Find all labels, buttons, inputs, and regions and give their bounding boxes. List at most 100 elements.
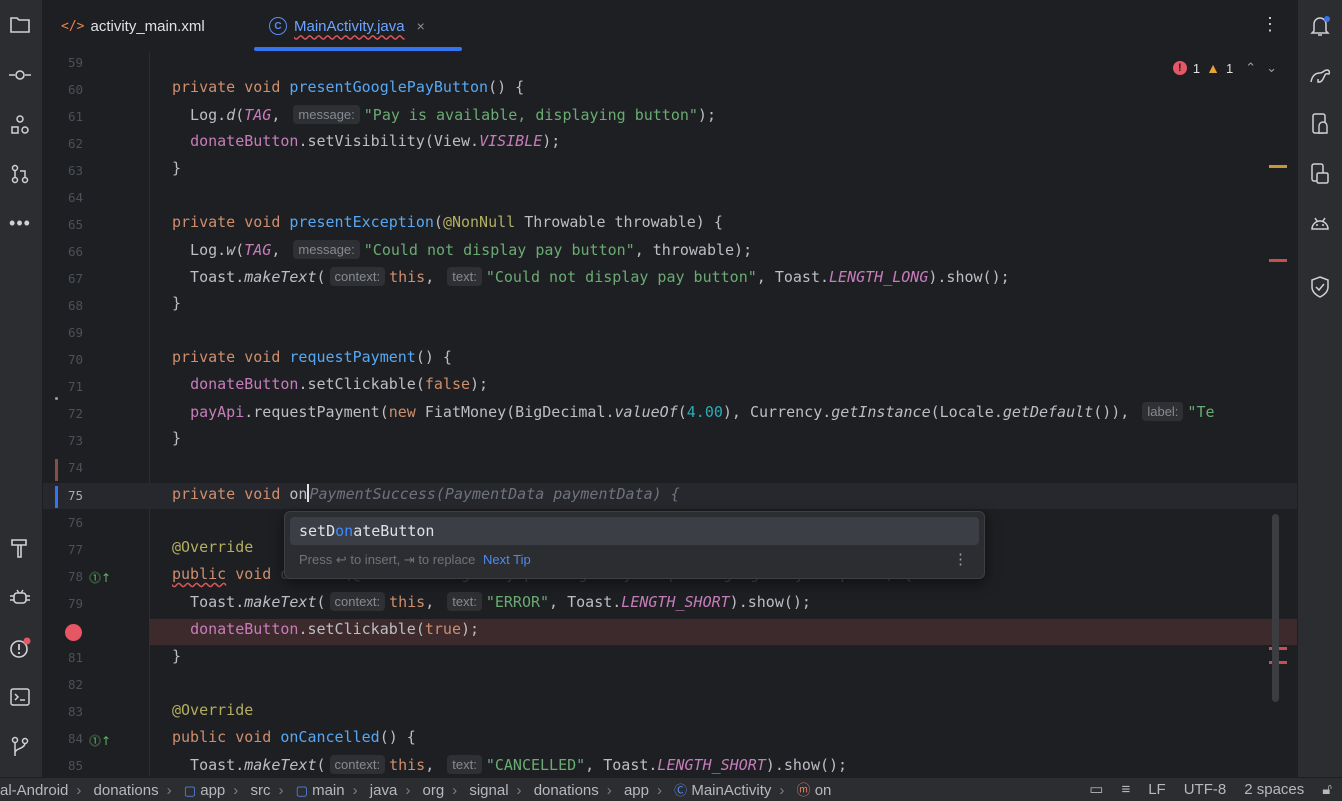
line-number: 78 <box>67 569 83 584</box>
breadcrumb-item[interactable]: al-Android <box>0 782 68 799</box>
indent-widget[interactable]: 2 spaces <box>1244 781 1304 798</box>
security-shield-icon[interactable] <box>1308 275 1332 299</box>
implements-method-icon[interactable]: ⓵↑ <box>89 732 111 749</box>
project-folder-icon[interactable] <box>8 13 32 37</box>
parameter-hint: context: <box>329 592 386 611</box>
completion-options-icon[interactable]: ⋮ <box>953 550 968 568</box>
active-tab-indicator <box>254 47 462 51</box>
tab-main-activity-java[interactable]: C MainActivity.java × <box>269 0 425 52</box>
gradle-icon[interactable] <box>1308 63 1332 87</box>
breakpoint-icon[interactable] <box>65 624 82 641</box>
version-control-icon[interactable] <box>8 735 32 759</box>
parameter-hint: message: <box>293 105 360 124</box>
line-separator-widget[interactable]: LF <box>1148 781 1166 798</box>
breadcrumb-item[interactable]: MainActivity <box>691 782 771 799</box>
line-number: 71 <box>67 379 83 394</box>
line-number: 64 <box>67 190 83 205</box>
tab-activity-main-xml[interactable]: </> activity_main.xml <box>61 0 205 52</box>
notifications-icon[interactable] <box>1308 14 1332 38</box>
completion-footer: Press ↩ to insert, ⇥ to replace Next Tip <box>299 552 531 568</box>
source-root-icon: ▢ <box>295 783 308 798</box>
parameter-hint: label: <box>1142 402 1184 421</box>
line-number: 60 <box>67 82 83 97</box>
tab-options-icon[interactable]: ⋮ <box>1261 14 1279 35</box>
line-number: 62 <box>67 136 83 151</box>
inline-completion-ghost: PaymentSuccess(PaymentData paymentData) … <box>309 485 680 503</box>
structure-icon[interactable] <box>8 112 32 136</box>
code-line: } <box>172 647 182 665</box>
line-number: 85 <box>67 758 83 773</box>
code-editor[interactable]: ! 1 ▲ 1 ⌃ ⌄ 59 60 61 62 63 64 65 66 67 6… <box>43 52 1297 778</box>
format-icon[interactable]: ≡ <box>1121 781 1130 798</box>
code-line: Toast.makeText(context: this, text: "CANCE… <box>172 755 848 774</box>
breadcrumb-item[interactable]: java <box>370 782 398 799</box>
code-line: donateButton.setClickable(true); <box>190 620 480 638</box>
vcs-change-marker[interactable] <box>55 459 58 481</box>
breadcrumb-item[interactable]: app <box>200 782 225 799</box>
completion-item-setdonatebutton[interactable]: setDonateButton <box>290 517 979 545</box>
module-icon: ▢ <box>183 783 197 798</box>
code-line: payApi.requestPayment(new FiatMoney(BigD… <box>190 402 1215 421</box>
android-robot-icon[interactable] <box>1308 211 1332 235</box>
breadcrumb-item[interactable]: signal <box>469 782 508 799</box>
line-number: 76 <box>67 515 83 530</box>
pull-requests-icon[interactable] <box>8 162 32 186</box>
breadcrumb-item[interactable]: on <box>815 782 832 799</box>
previous-highlight-icon[interactable]: ⌃ <box>1245 60 1256 76</box>
indent-guide <box>149 52 150 778</box>
encoding-widget[interactable]: UTF-8 <box>1184 781 1227 798</box>
line-number: 70 <box>67 352 83 367</box>
build-hammer-icon[interactable] <box>8 536 32 560</box>
line-number: 74 <box>67 460 83 475</box>
code-line: } <box>172 429 182 447</box>
comment-icon[interactable]: ▭ <box>1089 780 1103 798</box>
code-line: @Override <box>172 538 254 556</box>
code-line: donateButton.setVisibility(View.VISIBLE)… <box>190 132 561 150</box>
more-tools-icon[interactable]: ••• <box>8 211 32 235</box>
breadcrumb-item[interactable]: app <box>624 782 649 799</box>
close-tab-icon[interactable]: × <box>417 18 425 34</box>
code-line-current: private void on PaymentSuccess(PaymentDat… <box>172 484 680 503</box>
code-line: private void presentGooglePayButton() { <box>172 78 525 96</box>
java-class-icon: Ⓒ <box>674 783 688 798</box>
vcs-change-marker[interactable] <box>55 486 58 508</box>
breadcrumb-item[interactable]: org <box>422 782 444 799</box>
status-widgets: ▭ ≡ LF UTF-8 2 spaces 🔓︎ <box>1089 780 1332 799</box>
code-line: Log.w(TAG, message: "Could not display pa… <box>172 240 753 259</box>
xml-file-icon: </> <box>61 18 85 34</box>
commit-icon[interactable] <box>8 63 32 87</box>
terminal-icon[interactable] <box>8 685 32 709</box>
editor-scrollbar-thumb[interactable] <box>1272 514 1279 702</box>
read-only-lock-icon[interactable]: 🔓︎ <box>1322 781 1332 798</box>
breadcrumb-item[interactable]: donations <box>94 782 159 799</box>
breadcrumb-item[interactable]: main <box>312 782 345 799</box>
line-number: 66 <box>67 244 83 259</box>
code-line: donateButton.setClickable(false); <box>190 375 489 393</box>
next-tip-link[interactable]: Next Tip <box>483 552 531 567</box>
error-count: 1 <box>1192 60 1201 76</box>
code-line: } <box>172 294 182 312</box>
parameter-hint: text: <box>447 592 482 611</box>
line-number: 82 <box>67 677 83 692</box>
inspections-widget[interactable]: ! 1 ▲ 1 ⌃ ⌄ <box>1172 60 1277 76</box>
device-manager-icon[interactable] <box>1308 112 1332 136</box>
left-toolbar: ••• <box>0 0 43 778</box>
warning-stripe-marker[interactable] <box>1269 165 1287 168</box>
editor-tabs: </> activity_main.xml C MainActivity.jav… <box>43 0 1297 52</box>
breadcrumb: al-Android › donations › ▢ app › src › ▢ mai… <box>0 782 832 799</box>
logcat-icon[interactable] <box>8 586 32 610</box>
line-number: 73 <box>67 433 83 448</box>
implements-method-icon[interactable]: ⓵↑ <box>89 569 111 586</box>
problems-icon[interactable] <box>8 636 32 660</box>
line-number: 68 <box>67 298 83 313</box>
code-completion-popup: setDonateButton Press ↩ to insert, ⇥ to … <box>284 511 985 579</box>
breadcrumb-item[interactable]: src <box>250 782 270 799</box>
parameter-hint: message: <box>293 240 360 259</box>
error-stripe-marker[interactable] <box>1269 259 1287 262</box>
next-highlight-icon[interactable]: ⌄ <box>1266 60 1277 76</box>
breadcrumb-item[interactable]: donations <box>534 782 599 799</box>
completion-hint-text: Press ↩ to insert, ⇥ to replace <box>299 552 476 567</box>
fold-marker <box>55 397 58 400</box>
tab-label: activity_main.xml <box>90 17 205 35</box>
device-mirroring-icon[interactable] <box>1308 162 1332 186</box>
